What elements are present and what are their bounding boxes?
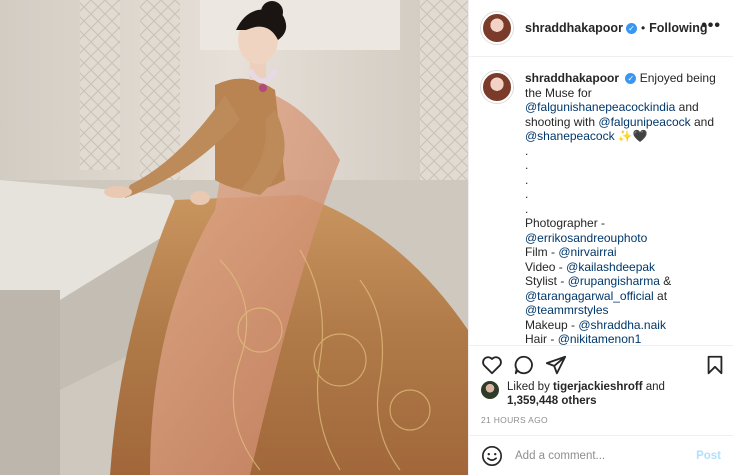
caption-dot: . <box>525 158 529 172</box>
action-bar <box>469 345 733 384</box>
caption-and: and <box>693 114 715 129</box>
post-header: shraddhakapoor ✓ • Following ••• <box>469 0 733 57</box>
liker-username[interactable]: tigerjackieshroff <box>553 381 642 393</box>
comment-icon[interactable] <box>513 354 535 376</box>
caption-verified-icon: ✓ <box>625 73 637 85</box>
comment-bar: Add a comment... Post <box>469 435 733 475</box>
caption-dot: . <box>525 187 529 201</box>
video-label: Video - <box>525 259 563 274</box>
verified-badge-icon: ✓ <box>625 22 637 34</box>
following-button[interactable]: Following <box>649 21 707 35</box>
likes-count[interactable]: 1,359,448 others <box>507 394 665 408</box>
post-side-panel: shraddhakapoor ✓ • Following ••• shraddh… <box>468 0 733 475</box>
more-options-icon[interactable]: ••• <box>701 17 721 35</box>
mention-link[interactable]: @nirvairrai <box>558 245 616 259</box>
author-username[interactable]: shraddhakapoor <box>525 21 623 35</box>
likes-prefix: Liked by <box>507 381 550 393</box>
mention-link[interactable]: @errikosandreouphoto <box>525 231 647 245</box>
likes-summary: Liked by tigerjackieshroff and 1,359,448… <box>481 380 721 408</box>
post-dialog: shraddhakapoor ✓ • Following ••• shraddh… <box>0 0 733 475</box>
mention-link[interactable]: @rupangisharma <box>568 274 660 288</box>
mention-link[interactable]: @falgunipeacock <box>598 115 690 129</box>
mention-link[interactable]: @tarangagarwal_official <box>525 289 654 303</box>
mention-link[interactable]: @teammrstyles <box>525 303 609 317</box>
likes-and: and <box>645 381 665 393</box>
caption-dot: . <box>525 143 529 158</box>
stylist-label: Stylist - <box>525 274 565 288</box>
caption-avatar[interactable] <box>481 71 513 103</box>
caption-dot: . <box>525 201 529 216</box>
caption-at: at <box>657 288 668 303</box>
comment-input[interactable]: Add a comment... <box>515 450 696 462</box>
hair-label: Hair - <box>525 332 555 345</box>
share-icon[interactable] <box>545 354 567 376</box>
separator-dot: • <box>640 21 646 35</box>
author-avatar[interactable] <box>481 12 513 44</box>
mention-link[interactable]: @shanepeacock <box>525 129 615 143</box>
caption-area: shraddhakapoor ✓ Enjoyed being the Muse … <box>469 57 733 345</box>
emoji-icon[interactable] <box>481 445 503 467</box>
caption-text: shraddhakapoor ✓ Enjoyed being the Muse … <box>525 71 721 345</box>
mention-link[interactable]: @shraddha.naik <box>578 318 666 332</box>
ampersand: & <box>663 274 672 288</box>
photo-illustration <box>0 0 468 475</box>
mention-link[interactable]: @kailashdeepak <box>566 260 655 274</box>
caption-emoji: ✨🖤 <box>617 129 648 143</box>
photographer-label: Photographer - <box>525 216 606 230</box>
mention-link[interactable]: @falgunishanepeacockindia <box>525 100 675 114</box>
caption-username[interactable]: shraddhakapoor <box>525 71 619 85</box>
post-photo[interactable] <box>0 0 468 475</box>
liker-avatar[interactable] <box>481 381 499 399</box>
post-timestamp[interactable]: 21 HOURS AGO <box>481 415 548 425</box>
post-comment-button[interactable]: Post <box>696 450 721 462</box>
bookmark-icon[interactable] <box>704 354 726 376</box>
film-label: Film - <box>525 245 555 259</box>
mention-link[interactable]: @nikitamenon1 <box>558 332 642 345</box>
heart-icon[interactable] <box>481 354 503 376</box>
makeup-label: Makeup - <box>525 317 576 332</box>
caption-dot: . <box>525 172 529 187</box>
